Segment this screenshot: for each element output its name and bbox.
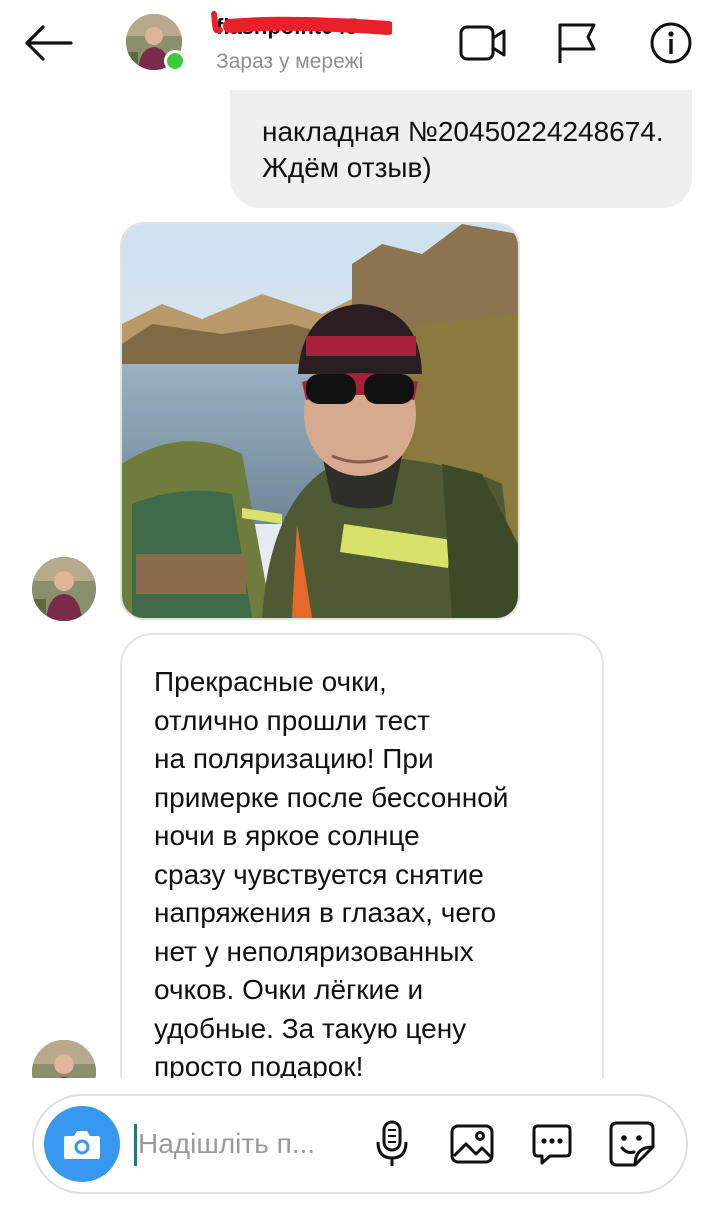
camera-button[interactable] xyxy=(44,1106,120,1182)
outgoing-message-text: накладная №20450224248674. Ждём отзыв) xyxy=(262,116,664,183)
back-arrow-icon xyxy=(25,25,73,61)
sticker-icon xyxy=(609,1121,655,1167)
contact-status: Зараз у мережі xyxy=(216,50,364,73)
avatar-image xyxy=(32,557,96,621)
chat-bubble-dots-icon xyxy=(532,1124,572,1165)
microphone-icon xyxy=(376,1120,408,1166)
sticker-button[interactable] xyxy=(604,1116,660,1172)
online-status-dot xyxy=(164,50,186,72)
shared-photo xyxy=(122,224,518,618)
gallery-icon xyxy=(450,1124,494,1164)
avatar-image xyxy=(32,1040,96,1078)
incoming-message-text: Прекрасные очки, отлично прошли тест на … xyxy=(154,666,509,1078)
outgoing-message[interactable]: накладная №20450224248674. Ждём отзыв) xyxy=(230,90,692,208)
gallery-button[interactable] xyxy=(444,1116,500,1172)
contact-username[interactable]: flashpoint045 xyxy=(216,14,358,42)
camera-icon xyxy=(64,1131,100,1159)
message-thread[interactable]: накладная №20450224248674. Ждём отзыв) П… xyxy=(0,90,714,1078)
report-button[interactable] xyxy=(550,18,604,68)
back-button[interactable] xyxy=(18,18,78,68)
sender-avatar[interactable] xyxy=(32,1040,96,1078)
incoming-message[interactable]: Прекрасные очки, отлично прошли тест на … xyxy=(120,633,604,1078)
voice-message-button[interactable] xyxy=(364,1116,420,1172)
info-icon xyxy=(650,22,692,64)
text-cursor xyxy=(134,1124,137,1166)
message-input[interactable] xyxy=(138,1118,338,1170)
chat-header: flashpoint045 Зараз у мережі xyxy=(0,0,714,90)
video-call-icon xyxy=(459,25,506,61)
more-options-button[interactable] xyxy=(524,1116,580,1172)
flag-icon xyxy=(558,23,596,63)
info-button[interactable] xyxy=(644,18,698,68)
sender-avatar[interactable] xyxy=(32,557,96,621)
photo-message[interactable] xyxy=(120,222,520,620)
video-call-button[interactable] xyxy=(456,18,510,68)
message-composer xyxy=(32,1094,688,1194)
